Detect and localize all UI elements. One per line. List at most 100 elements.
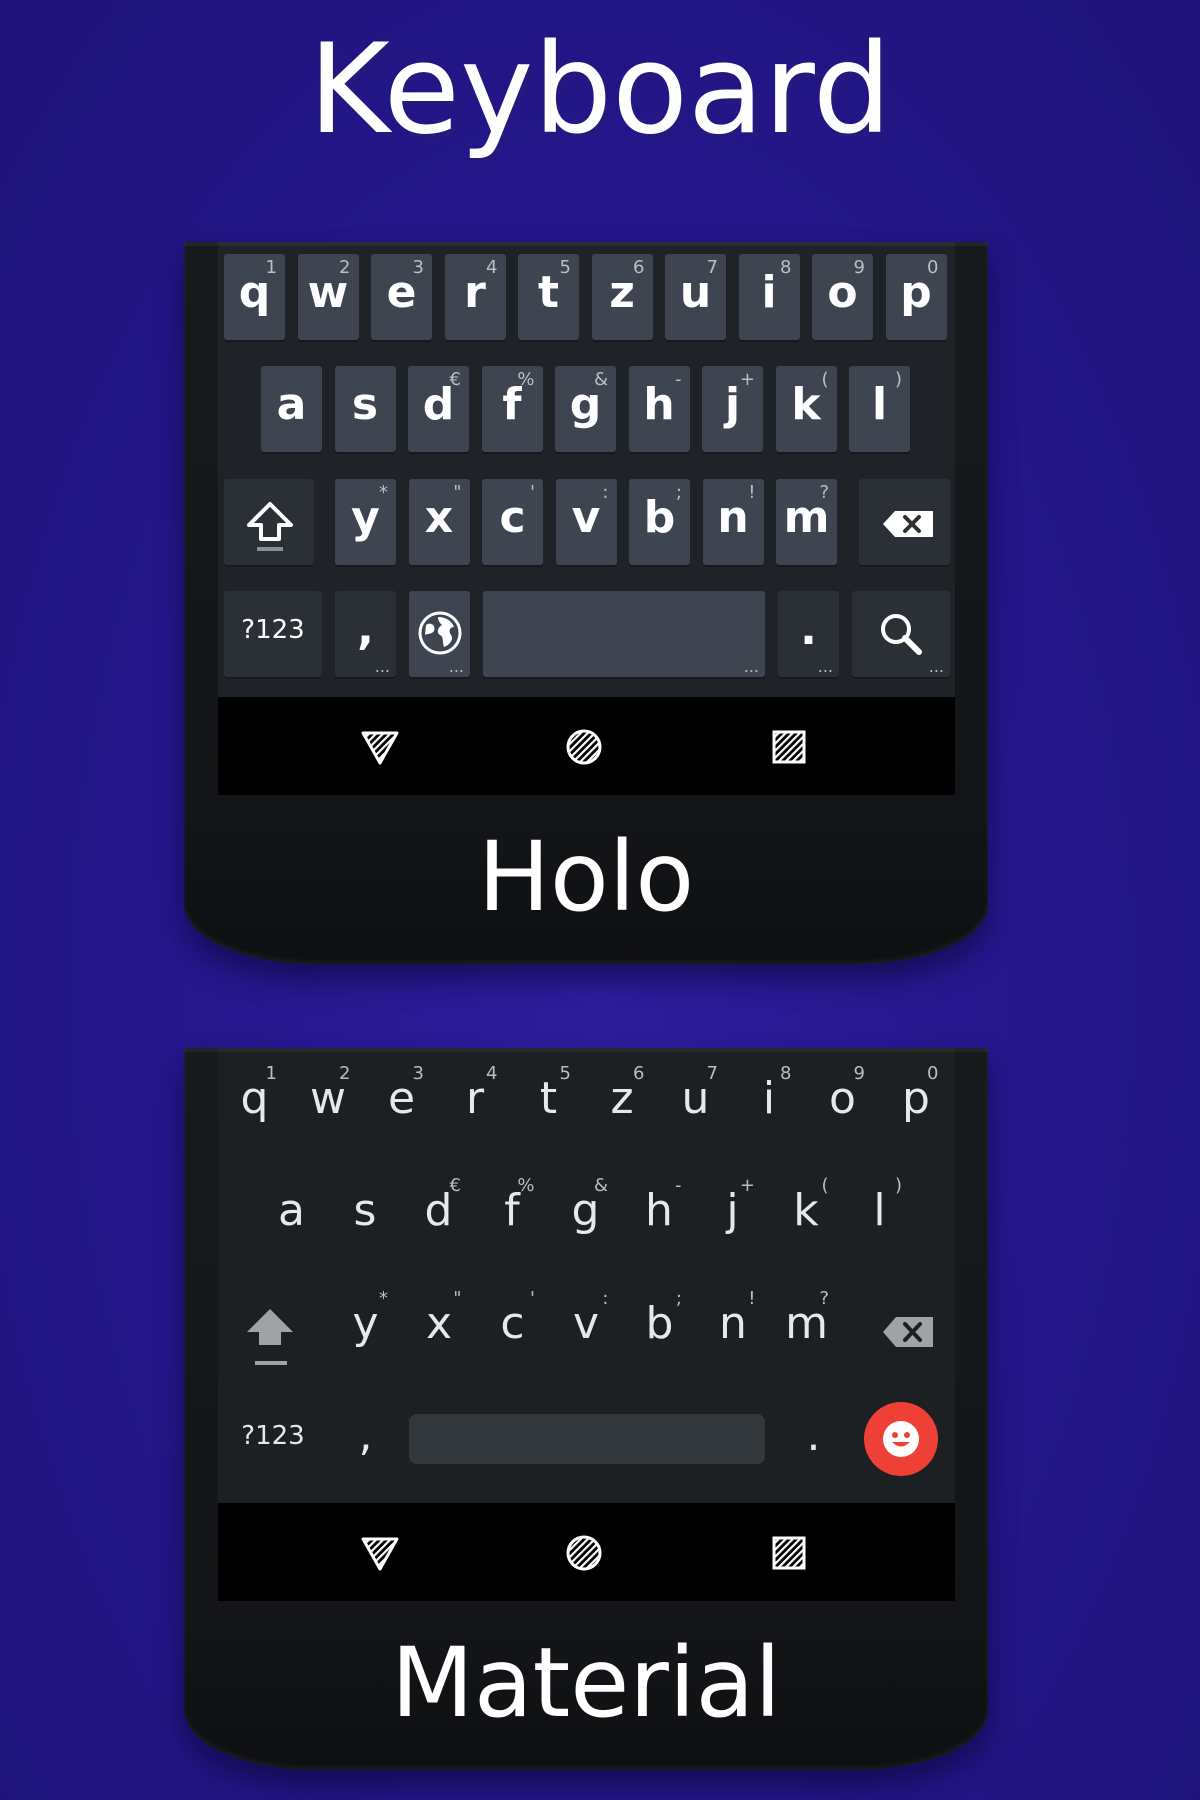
key-hint: ' bbox=[530, 1288, 535, 1309]
key-a[interactable]: a bbox=[261, 366, 322, 452]
key-s[interactable]: s bbox=[334, 366, 396, 452]
key-x[interactable]: x " bbox=[409, 1285, 470, 1371]
key-hint: - bbox=[675, 1175, 682, 1196]
key-h[interactable]: h- bbox=[628, 366, 690, 452]
symbols-label: ?123 bbox=[241, 1421, 305, 1451]
key-hint: 2 bbox=[339, 257, 351, 278]
more-dots: ... bbox=[374, 657, 390, 676]
back-triangle-icon[interactable] bbox=[360, 727, 400, 767]
key-y[interactable]: y * bbox=[335, 479, 396, 565]
key-w[interactable]: w2 bbox=[298, 1060, 359, 1146]
key-hint: * bbox=[379, 482, 388, 503]
key-a[interactable]: a bbox=[261, 1172, 322, 1258]
key-letter: a bbox=[278, 1185, 305, 1236]
home-circle-icon[interactable] bbox=[564, 727, 604, 767]
key-x[interactable]: x " bbox=[408, 479, 470, 565]
key-r[interactable]: r4 bbox=[444, 254, 506, 340]
key-z[interactable]: z6 bbox=[591, 254, 653, 340]
holo-backspace-key[interactable] bbox=[859, 479, 950, 565]
key-g[interactable]: g & bbox=[555, 1172, 616, 1258]
material-emoji-key[interactable] bbox=[864, 1402, 938, 1476]
key-c[interactable]: c ' bbox=[482, 1285, 543, 1371]
key-s[interactable]: s bbox=[335, 1172, 396, 1258]
recents-square-icon[interactable] bbox=[769, 1533, 809, 1573]
search-icon bbox=[881, 614, 922, 655]
key-b[interactable]: b; bbox=[629, 479, 690, 565]
key-i[interactable]: i8 bbox=[738, 254, 800, 340]
key-hint: ' bbox=[530, 482, 535, 503]
shift-arrow-icon bbox=[247, 502, 293, 551]
emoji-icon bbox=[883, 1421, 919, 1457]
key-c[interactable]: c ' bbox=[482, 479, 543, 565]
material-spacebar[interactable] bbox=[409, 1414, 765, 1464]
material-symbols-key[interactable]: ?123 bbox=[224, 1397, 322, 1483]
key-hint: 0 bbox=[927, 1063, 939, 1084]
key-r[interactable]: r4 bbox=[445, 1060, 506, 1146]
key-f[interactable]: f% bbox=[481, 366, 543, 452]
holo-comma-key[interactable]: , ... bbox=[335, 591, 396, 677]
key-q[interactable]: q1 bbox=[224, 1060, 285, 1146]
key-n[interactable]: n! bbox=[702, 479, 764, 565]
key-u[interactable]: u7 bbox=[665, 254, 726, 340]
key-hint: € bbox=[449, 369, 461, 390]
key-hint: 4 bbox=[486, 257, 498, 278]
key-k[interactable]: k( bbox=[776, 1172, 837, 1258]
key-o[interactable]: o9 bbox=[812, 1060, 873, 1146]
recents-square-icon[interactable] bbox=[769, 727, 809, 767]
key-m[interactable]: m? bbox=[776, 479, 837, 565]
key-q[interactable]: q1 bbox=[224, 254, 285, 340]
material-period-key[interactable]: . bbox=[783, 1397, 844, 1483]
key-f[interactable]: f% bbox=[482, 1172, 543, 1258]
key-e[interactable]: e3 bbox=[371, 254, 432, 340]
key-hint: 1 bbox=[265, 1063, 277, 1084]
material-shift-key[interactable] bbox=[224, 1285, 314, 1371]
key-m[interactable]: m? bbox=[776, 1285, 837, 1371]
key-hint: ( bbox=[821, 1175, 829, 1196]
key-u[interactable]: u7 bbox=[665, 1060, 726, 1146]
key-k[interactable]: k( bbox=[775, 366, 837, 452]
key-hint: * bbox=[379, 1288, 388, 1309]
holo-search-key[interactable]: ... bbox=[852, 591, 950, 677]
key-hint: € bbox=[449, 1175, 461, 1196]
key-hint: 6 bbox=[633, 1063, 645, 1084]
key-j[interactable]: j + bbox=[702, 1172, 763, 1258]
key-g[interactable]: g & bbox=[555, 366, 616, 452]
holo-symbols-key[interactable]: ?123 bbox=[224, 591, 322, 677]
key-p[interactable]: p0 bbox=[885, 254, 947, 340]
key-v[interactable]: v: bbox=[556, 1285, 617, 1371]
key-v[interactable]: v: bbox=[555, 479, 617, 565]
key-j[interactable]: j + bbox=[702, 366, 763, 452]
key-l[interactable]: l) bbox=[849, 1172, 910, 1258]
backspace-icon bbox=[883, 1317, 933, 1347]
key-b[interactable]: b; bbox=[629, 1285, 690, 1371]
holo-spacebar[interactable]: ... bbox=[483, 591, 765, 677]
back-triangle-icon[interactable] bbox=[360, 1533, 400, 1573]
holo-shift-key[interactable] bbox=[224, 479, 314, 565]
key-e[interactable]: e3 bbox=[371, 1060, 432, 1146]
key-t[interactable]: t5 bbox=[518, 254, 579, 340]
key-p[interactable]: p0 bbox=[886, 1060, 947, 1146]
key-n[interactable]: n! bbox=[703, 1285, 764, 1371]
key-z[interactable]: z6 bbox=[592, 1060, 653, 1146]
material-backspace-key[interactable] bbox=[859, 1285, 950, 1371]
key-d[interactable]: d € bbox=[408, 1172, 469, 1258]
material-comma-key[interactable]: , bbox=[335, 1397, 396, 1483]
key-w[interactable]: w2 bbox=[297, 254, 359, 340]
key-y[interactable]: y * bbox=[335, 1285, 396, 1371]
key-o[interactable]: o9 bbox=[812, 254, 873, 340]
key-i[interactable]: i8 bbox=[739, 1060, 800, 1146]
key-t[interactable]: t5 bbox=[518, 1060, 579, 1146]
more-dots: ... bbox=[817, 657, 833, 676]
key-d[interactable]: d € bbox=[408, 366, 469, 452]
holo-phone: ?123 , ... ... ... . ... ... q 1 w 2 e 3… bbox=[184, 242, 988, 964]
key-hint: + bbox=[739, 369, 755, 390]
key-h[interactable]: h- bbox=[629, 1172, 690, 1258]
key-hint: ! bbox=[748, 482, 756, 503]
home-circle-icon[interactable] bbox=[564, 1533, 604, 1573]
key-letter: s bbox=[353, 1185, 377, 1236]
key-hint: - bbox=[675, 369, 682, 390]
holo-language-key[interactable]: ... bbox=[409, 591, 470, 677]
key-l[interactable]: l) bbox=[849, 366, 910, 452]
holo-period-key[interactable]: . ... bbox=[778, 591, 839, 677]
key-hint: 9 bbox=[853, 257, 865, 278]
